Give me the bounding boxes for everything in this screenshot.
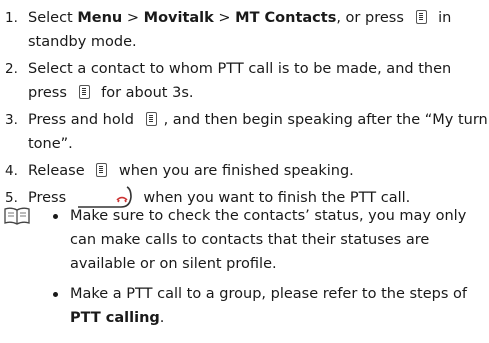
note-bullet-1: Make sure to check the contacts’ status,… bbox=[48, 204, 483, 276]
step-number: 4. bbox=[5, 163, 18, 179]
instruction-steps: 1. Select Menu > Movitalk > MT Contacts,… bbox=[0, 6, 489, 213]
step-4: 4. Release when you are finished speakin… bbox=[0, 159, 489, 183]
menu-label: Menu bbox=[77, 10, 123, 26]
step-1: 1. Select Menu > Movitalk > MT Contacts,… bbox=[0, 6, 489, 54]
note-text: . bbox=[159, 310, 165, 326]
note-bullet-2: Make a PTT call to a group, please refer… bbox=[48, 282, 483, 330]
step-text: , or press bbox=[336, 10, 409, 26]
note-bullets: Make sure to check the contacts’ status,… bbox=[48, 204, 483, 336]
book-note-icon bbox=[4, 207, 30, 225]
step-text: Select a contact to whom PTT call is to … bbox=[28, 61, 452, 101]
step-number: 1. bbox=[5, 10, 18, 26]
step-text: Release bbox=[28, 163, 90, 179]
note-text: Make sure to check the contacts’ status,… bbox=[70, 208, 467, 272]
ptt-key-icon bbox=[78, 85, 90, 99]
ptt-calling-link-text: PTT calling bbox=[70, 310, 160, 326]
step-3: 3. Press and hold , and then begin speak… bbox=[0, 108, 489, 156]
ptt-key-icon bbox=[145, 112, 157, 126]
step-text: when you are finished speaking. bbox=[114, 163, 354, 179]
separator: > bbox=[213, 10, 236, 26]
separator: > bbox=[122, 10, 144, 26]
mt-contacts-label: MT Contacts bbox=[235, 10, 337, 26]
ptt-key-icon bbox=[96, 163, 108, 177]
step-2: 2. Select a contact to whom PTT call is … bbox=[0, 57, 489, 105]
step-text: for about 3s. bbox=[96, 85, 194, 101]
note-text: Make a PTT call to a group, please refer… bbox=[70, 286, 467, 302]
ptt-key-icon bbox=[415, 10, 427, 24]
movitalk-label: Movitalk bbox=[143, 10, 214, 26]
step-text: Select bbox=[28, 10, 78, 26]
step-number: 2. bbox=[5, 61, 18, 77]
step-text: Press and hold bbox=[28, 112, 139, 128]
step-number: 3. bbox=[5, 112, 18, 128]
